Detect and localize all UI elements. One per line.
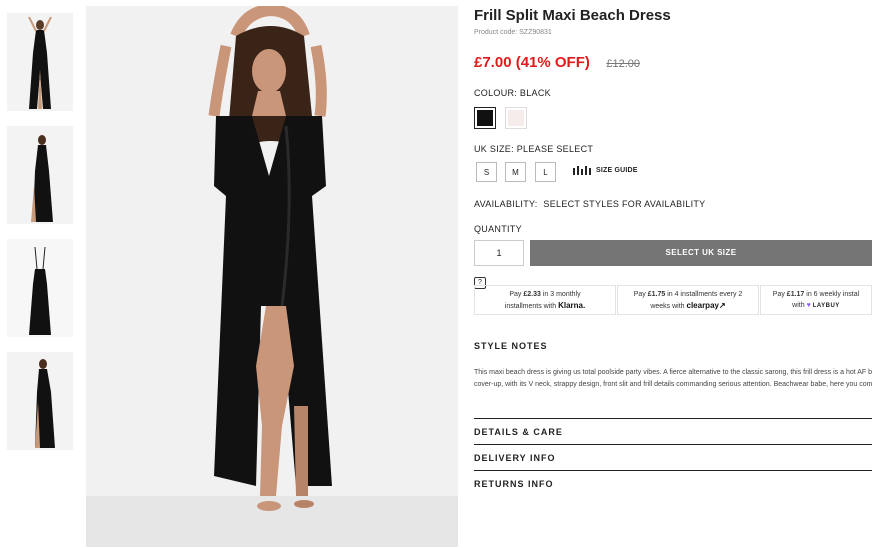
- thumbnail-1[interactable]: [7, 13, 73, 111]
- quantity-input[interactable]: 1: [474, 240, 524, 266]
- colour-swatch-black[interactable]: [474, 107, 496, 129]
- accordion-delivery-info[interactable]: DELIVERY INFO: [474, 453, 556, 463]
- size-option-l[interactable]: L: [535, 162, 556, 182]
- klarna-payment-box[interactable]: Pay £2.33 in 3 monthly installments with…: [474, 285, 616, 315]
- klarna-line-2: installments with Klarna.: [504, 301, 586, 310]
- thumbnail-image: [7, 13, 73, 111]
- thumbnail-4[interactable]: [7, 352, 73, 450]
- thumbnail-gallery: [7, 13, 73, 465]
- thumbnail-2[interactable]: [7, 126, 73, 224]
- original-price: £12.00: [606, 58, 640, 70]
- colour-label-text: COLOUR:: [474, 88, 518, 98]
- product-title: Frill Split Maxi Beach Dress: [474, 7, 671, 24]
- laybuy-payment-box[interactable]: Pay £1.17 in 6 weekly instal with ♥ LAYB…: [760, 285, 872, 315]
- availability-value: SELECT STYLES FOR AVAILABILITY: [543, 199, 706, 209]
- klarna-line-1: Pay £2.33 in 3 monthly: [509, 291, 581, 298]
- thumbnail-image: [7, 239, 73, 337]
- quantity-label: QUANTITY: [474, 224, 522, 234]
- klarna-logo: Klarna.: [558, 301, 586, 310]
- ruler-icon: [573, 166, 591, 175]
- colour-value: BLACK: [519, 88, 551, 98]
- laybuy-logo: LAYBUY: [812, 303, 840, 309]
- thumbnail-image: [7, 126, 73, 224]
- size-label-text: UK SIZE:: [474, 144, 514, 154]
- size-option-s[interactable]: S: [476, 162, 497, 182]
- size-guide-label: SIZE GUIDE: [596, 167, 638, 174]
- size-label: UK SIZE: PLEASE SELECT: [474, 144, 593, 154]
- availability-row: AVAILABILITY: SELECT STYLES FOR AVAILABI…: [474, 199, 705, 209]
- divider: [474, 470, 872, 471]
- laybuy-line-1: Pay £1.17 in 6 weekly instal: [772, 291, 860, 298]
- size-guide-link[interactable]: SIZE GUIDE: [573, 166, 638, 175]
- size-option-m[interactable]: M: [505, 162, 526, 182]
- clearpay-payment-box[interactable]: Pay £1.75 in 4 installments every 2 week…: [617, 285, 759, 315]
- thumbnail-image: [7, 352, 73, 450]
- swatch-fill: [477, 110, 493, 126]
- sale-price: £7.00 (41% OFF): [474, 54, 590, 71]
- model-illustration: [86, 6, 458, 547]
- laybuy-line-2: with ♥ LAYBUY: [792, 302, 840, 309]
- thumbnail-3[interactable]: [7, 239, 73, 337]
- swatch-fill: [508, 110, 524, 126]
- style-notes-heading: STYLE NOTES: [474, 341, 548, 351]
- colour-swatch-blush[interactable]: [505, 107, 527, 129]
- heart-icon: ♥: [806, 302, 811, 309]
- size-value: PLEASE SELECT: [516, 144, 594, 154]
- clearpay-line-2: weeks with clearpay↗: [650, 301, 726, 310]
- add-to-bag-button[interactable]: SELECT UK SIZE: [530, 240, 872, 266]
- divider: [474, 444, 872, 445]
- clearpay-line-1: Pay £1.75 in 4 installments every 2: [633, 291, 743, 298]
- product-code: Product code: SZZ90831: [474, 29, 552, 36]
- main-product-image[interactable]: [86, 6, 458, 547]
- accordion-details-care[interactable]: DETAILS & CARE: [474, 427, 563, 437]
- price-row: £7.00 (41% OFF) £12.00: [474, 54, 640, 72]
- style-notes-text: This maxi beach dress is giving us total…: [474, 369, 872, 388]
- divider: [474, 418, 872, 419]
- accordion-returns-info[interactable]: RETURNS INFO: [474, 479, 554, 489]
- clearpay-logo: clearpay↗: [686, 301, 726, 310]
- colour-label: COLOUR: BLACK: [474, 88, 551, 98]
- availability-label: AVAILABILITY:: [474, 199, 538, 209]
